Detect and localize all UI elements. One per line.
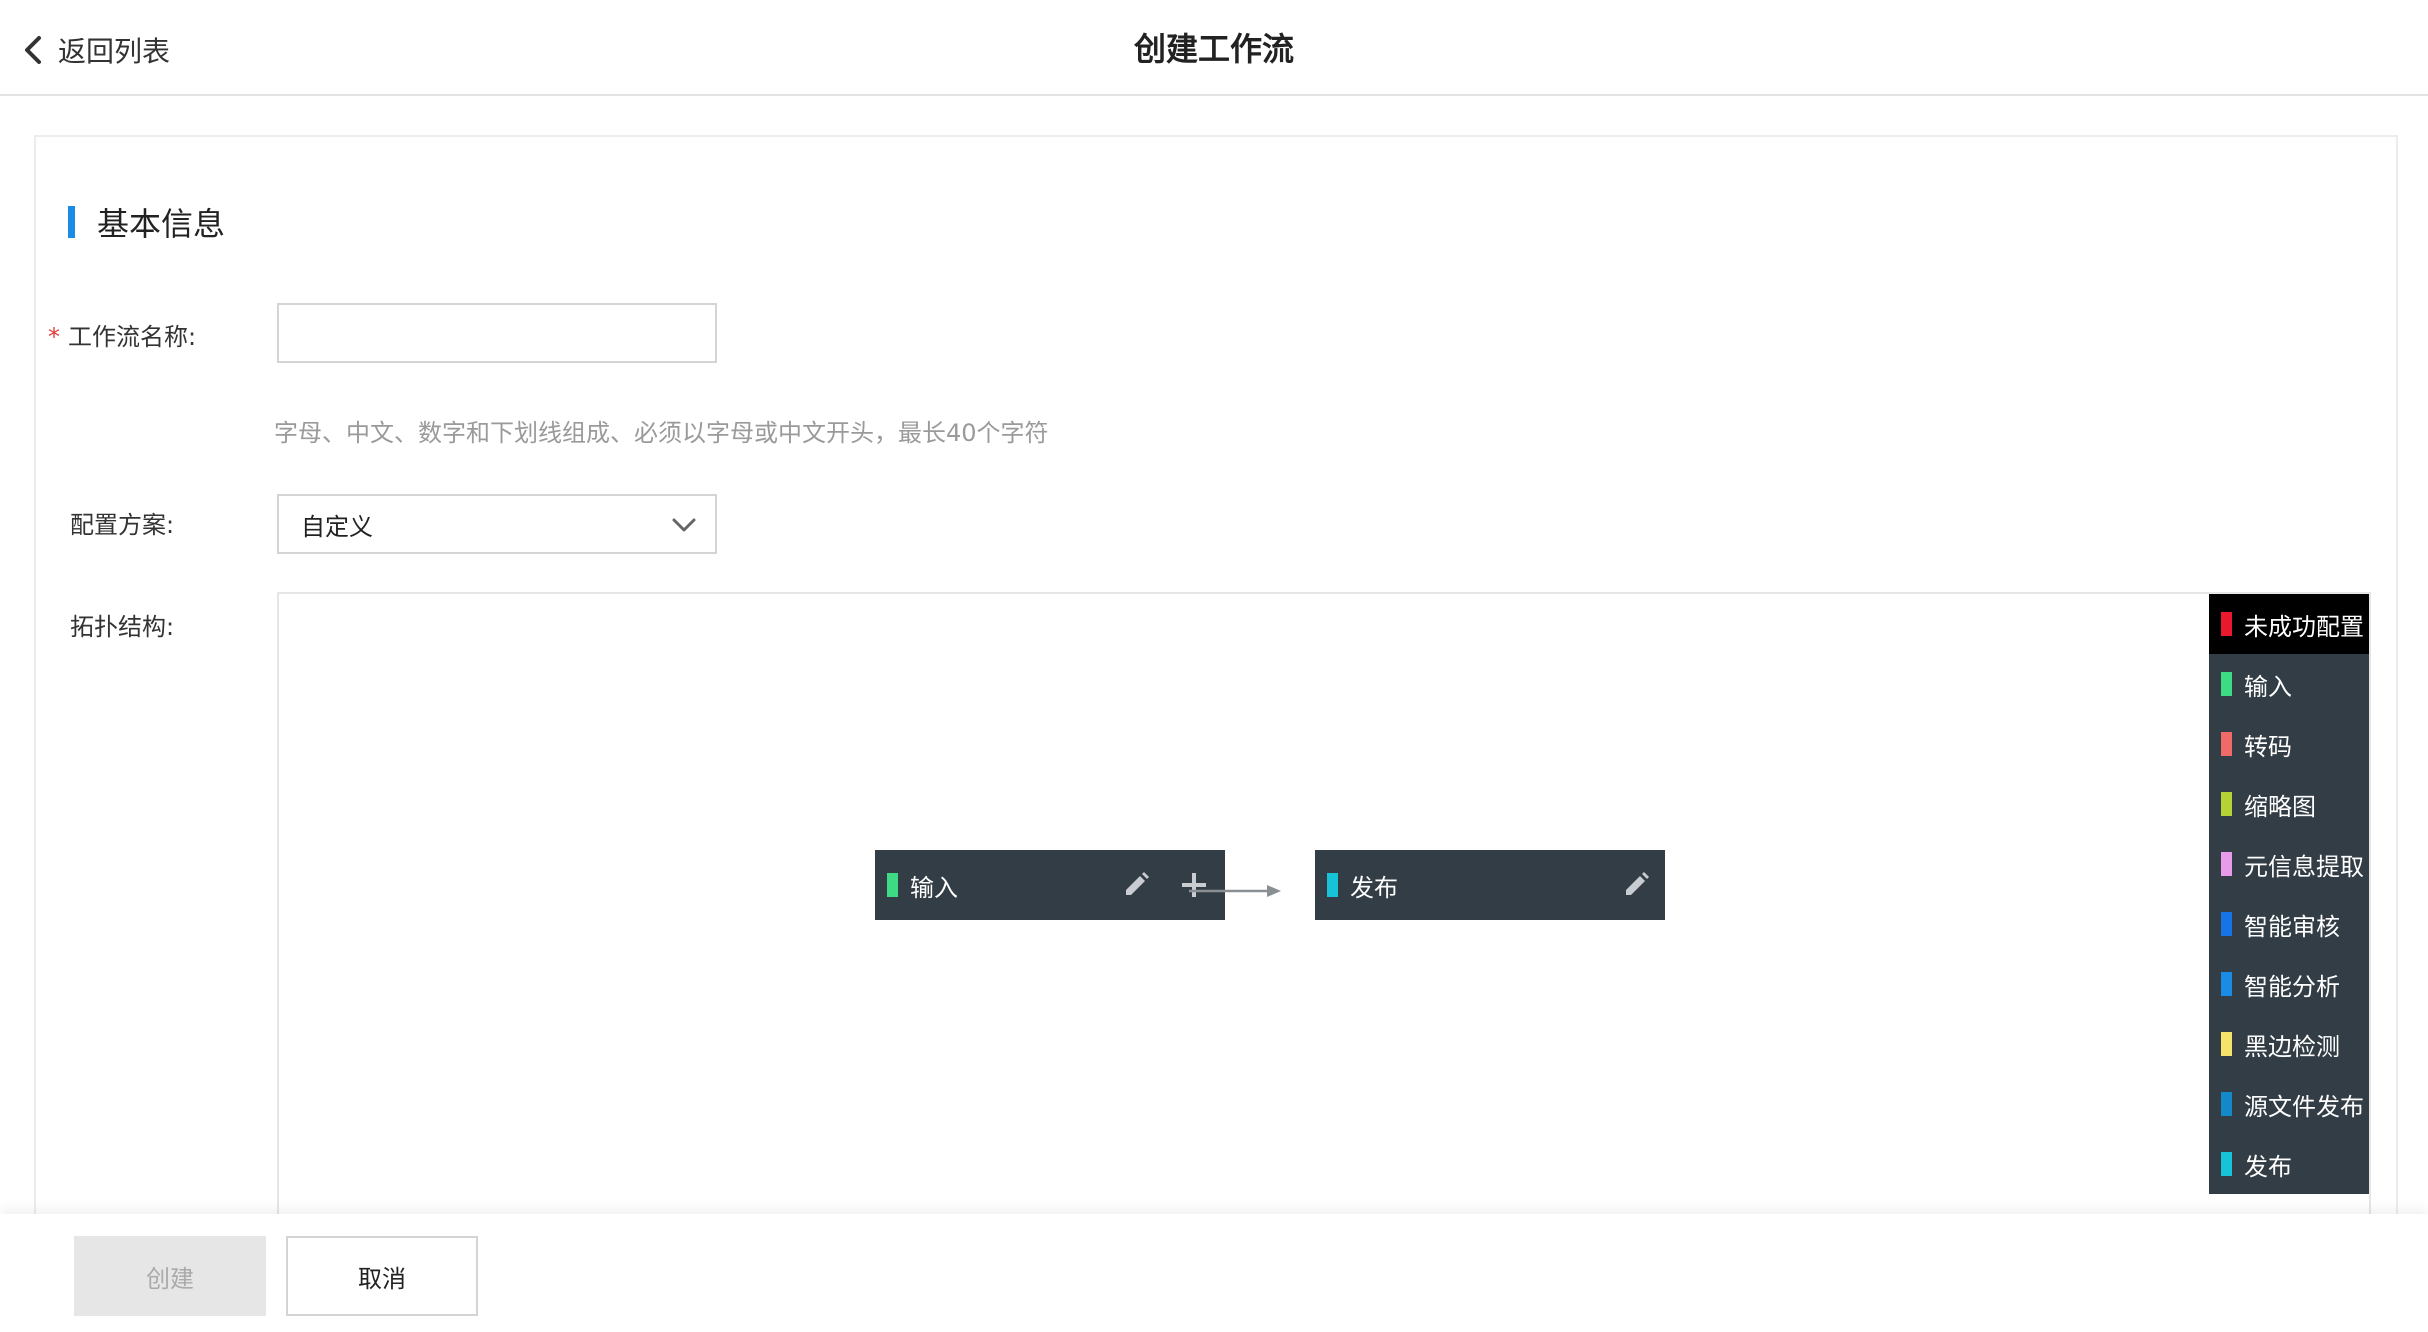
pencil-icon[interactable] (1621, 870, 1651, 900)
legend-label: 元信息提取 (2244, 852, 2364, 881)
legend-swatch (2221, 612, 2232, 636)
legend-item-input: 输入 (2209, 654, 2369, 714)
workflow-name-label: * 工作流名称: (48, 317, 196, 352)
legend-swatch (2221, 852, 2232, 876)
legend-item-transcode: 转码 (2209, 714, 2369, 774)
pencil-icon[interactable] (1121, 870, 1151, 900)
topology-node-publish[interactable]: 发布 (1315, 850, 1665, 920)
node-color-swatch (887, 873, 898, 897)
legend-swatch (2221, 1092, 2232, 1116)
legend-label: 未成功配置 (2244, 612, 2364, 641)
legend-label: 黑边检测 (2244, 1032, 2340, 1061)
workflow-name-input[interactable] (277, 303, 717, 363)
legend-label: 智能审核 (2244, 912, 2340, 941)
node-type-legend: 未成功配置 输入 转码 缩略图 元信息提取 智能审核 智能分析 黑边检测 源文件… (2209, 594, 2369, 1194)
topology-label: 拓扑结构: (70, 613, 175, 641)
scheme-label: 配置方案: (70, 511, 175, 539)
required-mark: * (48, 323, 60, 351)
node-label: 输入 (910, 873, 958, 902)
legend-label: 发布 (2244, 1152, 2292, 1181)
topology-canvas[interactable]: 输入 发布 未成功配置 输入 转码 缩略图 元信息提取 智能审核 智能分析 黑边… (277, 592, 2371, 1239)
chevron-down-icon (672, 518, 696, 532)
workflow-name-hint: 字母、中文、数字和下划线组成、必须以字母或中文开头，最长40个字符 (274, 419, 1049, 447)
legend-swatch (2221, 672, 2232, 696)
page-title: 创建工作流 (1133, 30, 1294, 68)
section-title: 基本信息 (97, 205, 226, 243)
legend-item-smart-analysis: 智能分析 (2209, 954, 2369, 1014)
legend-item-metadata: 元信息提取 (2209, 834, 2369, 894)
section-accent-bar (68, 206, 75, 238)
scheme-selected-value: 自定义 (301, 512, 373, 541)
cancel-button[interactable]: 取消 (286, 1236, 478, 1316)
legend-swatch (2221, 732, 2232, 756)
create-button[interactable]: 创建 (74, 1236, 266, 1316)
legend-swatch (2221, 1032, 2232, 1056)
legend-item-source-publish: 源文件发布 (2209, 1074, 2369, 1134)
legend-swatch (2221, 972, 2232, 996)
legend-item-smart-review: 智能审核 (2209, 894, 2369, 954)
legend-label: 输入 (2244, 672, 2292, 701)
legend-item-black-border: 黑边检测 (2209, 1014, 2369, 1074)
workflow-name-label-text: 工作流名称: (68, 323, 197, 351)
legend-label: 转码 (2244, 732, 2292, 761)
section-header: 基本信息 (68, 199, 225, 245)
legend-label: 智能分析 (2244, 972, 2340, 1001)
legend-label: 缩略图 (2244, 792, 2316, 821)
legend-swatch (2221, 792, 2232, 816)
node-label: 发布 (1350, 873, 1398, 902)
legend-item-thumbnail: 缩略图 (2209, 774, 2369, 834)
form-card: 基本信息 * 工作流名称: 字母、中文、数字和下划线组成、必须以字母或中文开头，最… (34, 135, 2398, 1239)
topology-node-input[interactable]: 输入 (875, 850, 1225, 920)
legend-swatch (2221, 1152, 2232, 1176)
scheme-select[interactable]: 自定义 (277, 494, 717, 554)
footer-bar: 创建 取消 (0, 1214, 2428, 1332)
legend-swatch (2221, 912, 2232, 936)
legend-item-unconfigured: 未成功配置 (2209, 594, 2369, 654)
legend-label: 源文件发布 (2244, 1092, 2364, 1121)
page-header: 返回列表 创建工作流 (0, 0, 2428, 96)
legend-item-publish: 发布 (2209, 1134, 2369, 1194)
connector-arrow (1189, 885, 1281, 897)
node-color-swatch (1327, 873, 1338, 897)
